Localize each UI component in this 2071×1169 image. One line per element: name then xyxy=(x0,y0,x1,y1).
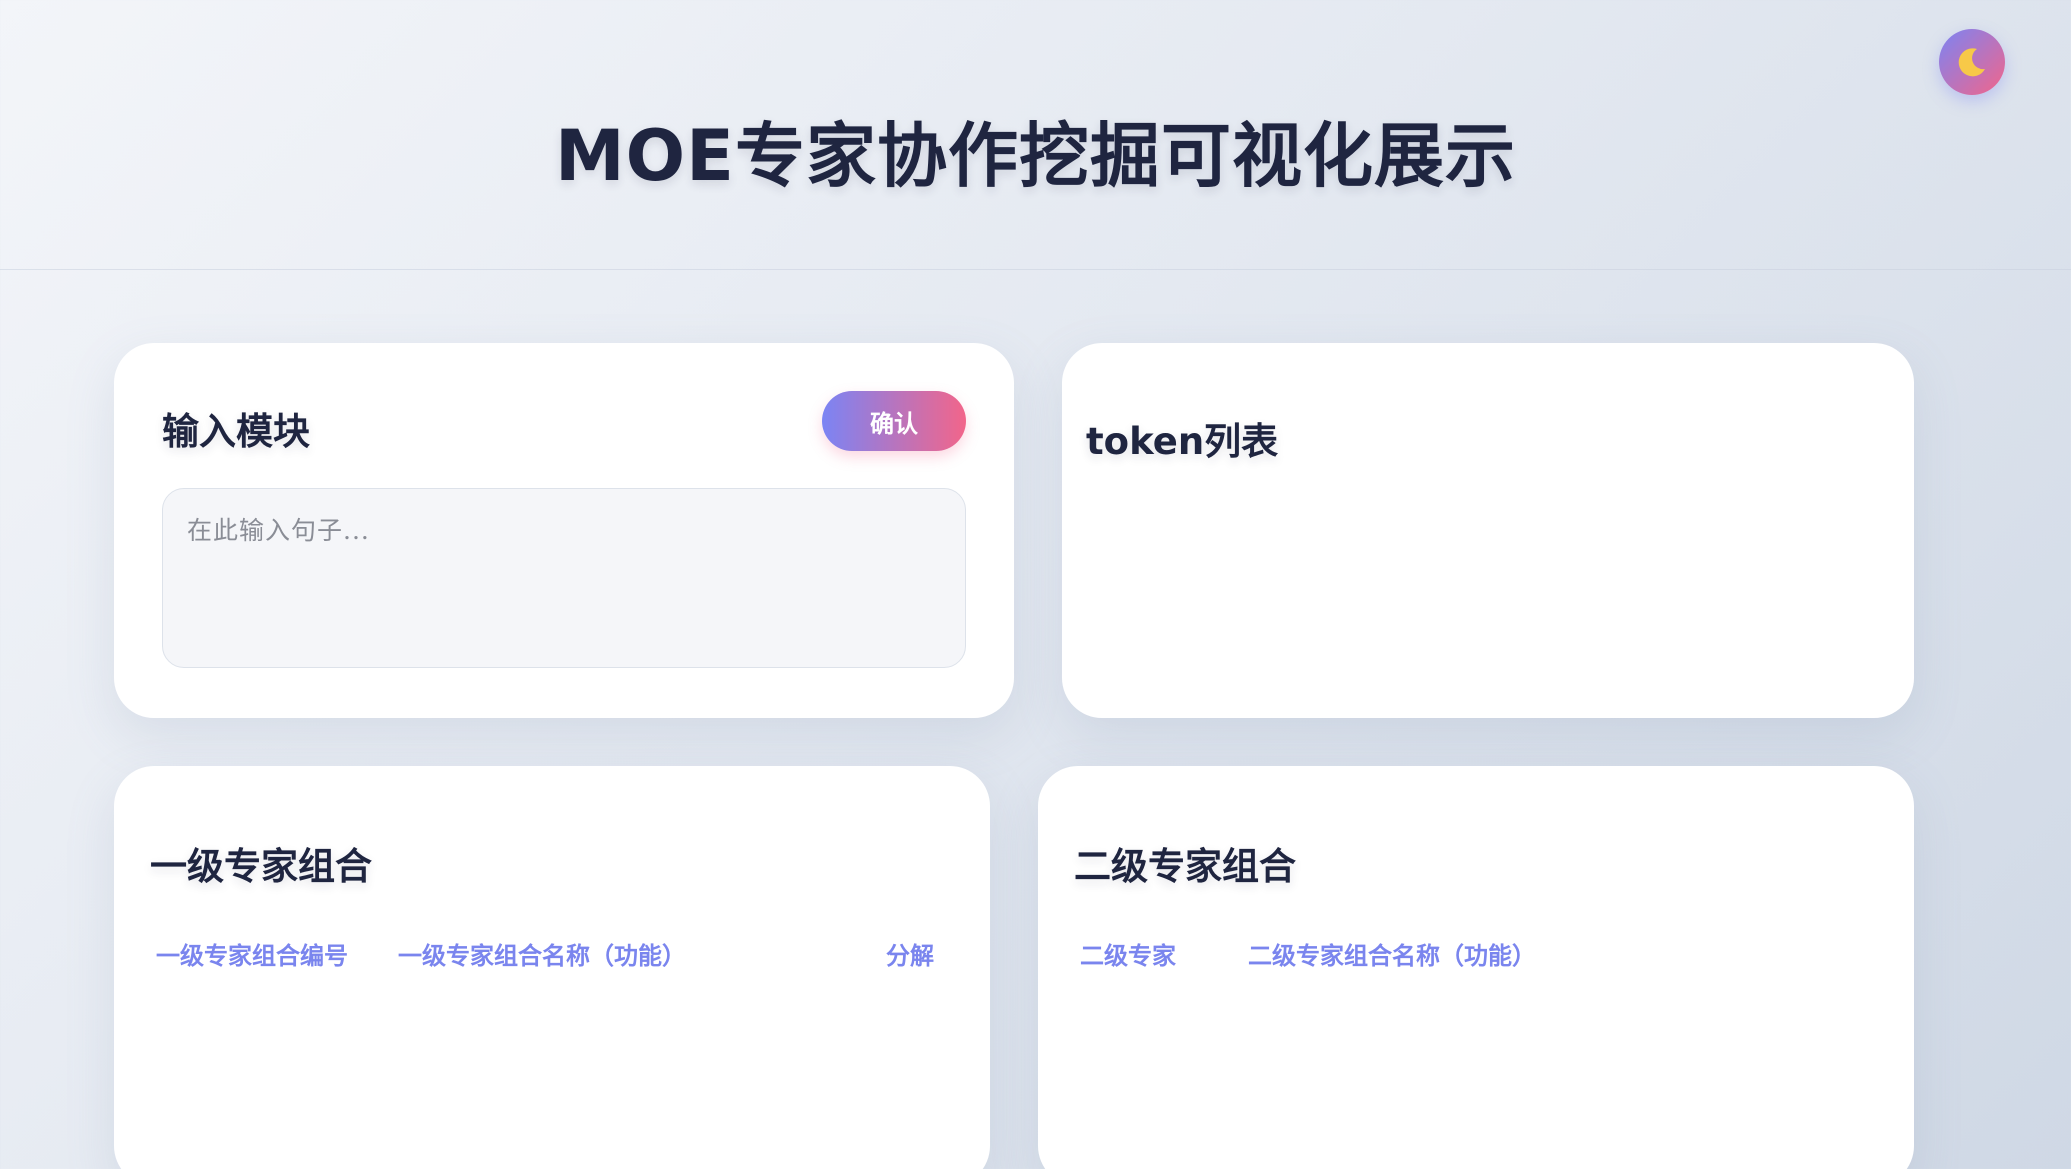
level1-title: 一级专家组合 xyxy=(150,845,372,888)
input-module-card: 输入模块 确认 xyxy=(114,343,1014,718)
column-header-decompose: 分解 xyxy=(886,942,934,970)
column-header-level2-expert: 二级专家 xyxy=(1080,942,1176,970)
level2-expert-combination-card: 二级专家组合 二级专家 二级专家组合名称（功能） xyxy=(1038,766,1914,1169)
theme-toggle-button[interactable] xyxy=(1939,29,2005,95)
column-header-level1-id: 一级专家组合编号 xyxy=(156,942,348,970)
token-list-card: token列表 xyxy=(1062,343,1914,718)
page-title: MOE专家协作挖掘可视化展示 xyxy=(555,115,1516,197)
sentence-input[interactable] xyxy=(162,488,966,668)
page-header: MOE专家协作挖掘可视化展示 xyxy=(0,0,2071,270)
token-list-title: token列表 xyxy=(1086,420,1279,463)
input-module-title: 输入模块 xyxy=(162,410,310,453)
confirm-button[interactable]: 确认 xyxy=(822,391,966,451)
moon-icon xyxy=(1958,48,1985,77)
column-header-level1-name: 一级专家组合名称（功能） xyxy=(398,942,686,970)
level1-expert-combination-card: 一级专家组合 一级专家组合编号 一级专家组合名称（功能） 分解 xyxy=(114,766,990,1169)
column-header-level2-name: 二级专家组合名称（功能） xyxy=(1248,942,1536,970)
level2-title: 二级专家组合 xyxy=(1074,845,1296,888)
